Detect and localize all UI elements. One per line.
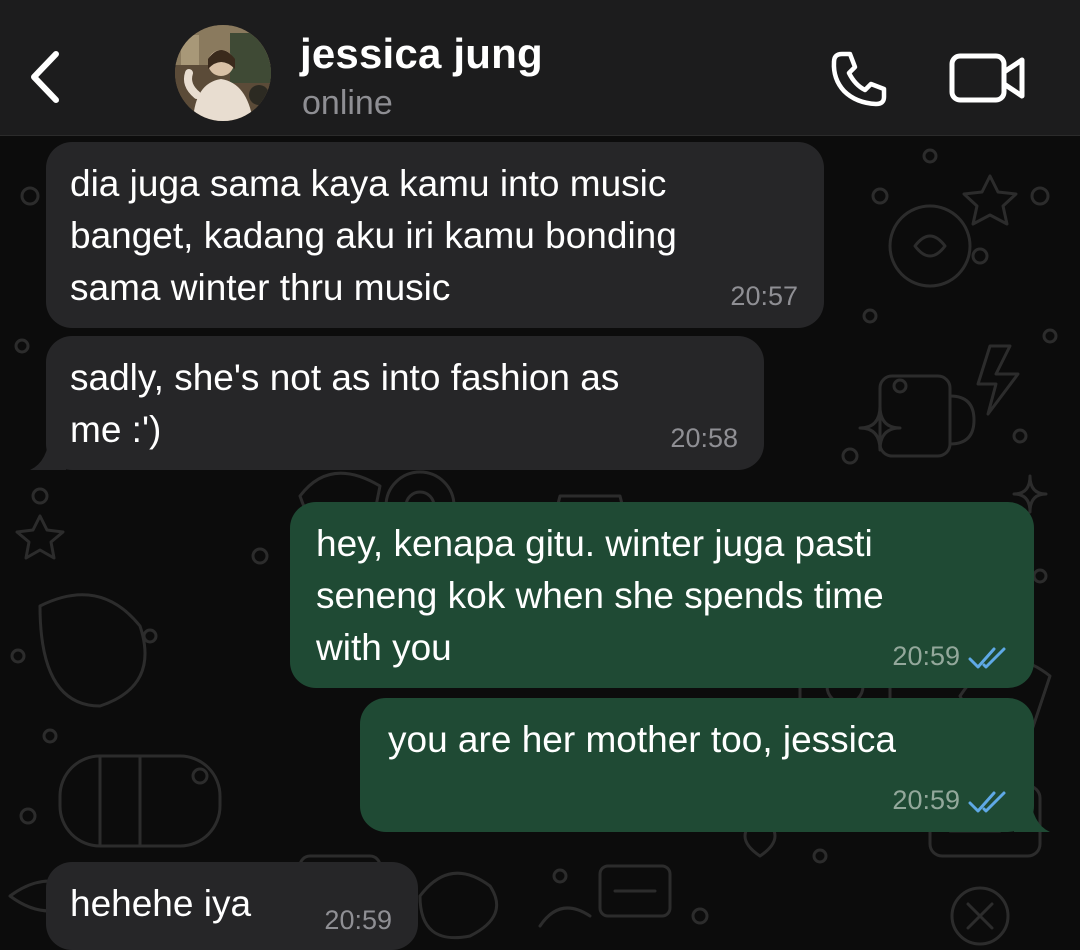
message-meta: 20:59 xyxy=(892,640,1008,672)
contact-status: online xyxy=(302,84,393,122)
message-text: hehehe iya xyxy=(70,883,252,924)
message-text: hey, kenapa gitu. winter juga pasti sene… xyxy=(316,523,884,668)
message-timestamp: 20:59 xyxy=(892,785,960,815)
message-meta: 20:59 xyxy=(892,784,1008,816)
contact-name[interactable]: jessica jung xyxy=(300,30,543,78)
double-check-read-icon xyxy=(968,647,1006,669)
bubble-tail xyxy=(1014,794,1050,832)
message-timestamp: 20:59 xyxy=(892,641,960,671)
avatar-photo xyxy=(175,25,271,121)
chevron-left-icon xyxy=(31,51,59,103)
video-call-button[interactable] xyxy=(948,50,1028,106)
contact-avatar[interactable] xyxy=(175,25,271,121)
message-bubble-incoming[interactable]: sadly, she's not as into fashion as me :… xyxy=(46,336,764,470)
message-timestamp: 20:59 xyxy=(324,905,392,935)
video-camera-icon xyxy=(949,53,1025,103)
chat-header: jessica jung online xyxy=(0,0,1080,136)
voice-call-button[interactable] xyxy=(826,46,892,112)
message-list[interactable]: dia juga sama kaya kamu into music bange… xyxy=(0,136,1080,950)
message-text: you are her mother too, jessica xyxy=(388,719,896,760)
bubble-tail xyxy=(30,432,66,470)
message-bubble-outgoing[interactable]: hey, kenapa gitu. winter juga pasti sene… xyxy=(290,502,1034,688)
double-check-read-icon xyxy=(968,791,1006,813)
message-timestamp: 20:57 xyxy=(730,281,798,311)
back-button[interactable] xyxy=(20,40,72,110)
message-timestamp: 20:58 xyxy=(670,423,738,453)
message-text: sadly, she's not as into fashion as me :… xyxy=(70,357,620,450)
message-bubble-outgoing[interactable]: you are her mother too, jessica 20:59 xyxy=(360,698,1034,832)
message-text: dia juga sama kaya kamu into music bange… xyxy=(70,163,677,308)
message-bubble-incoming[interactable]: hehehe iya 20:59 xyxy=(46,862,418,950)
phone-icon xyxy=(831,51,887,107)
chat-screen: jessica jung online dia juga sama kaya k… xyxy=(0,0,1080,950)
message-bubble-incoming[interactable]: dia juga sama kaya kamu into music bange… xyxy=(46,142,824,328)
